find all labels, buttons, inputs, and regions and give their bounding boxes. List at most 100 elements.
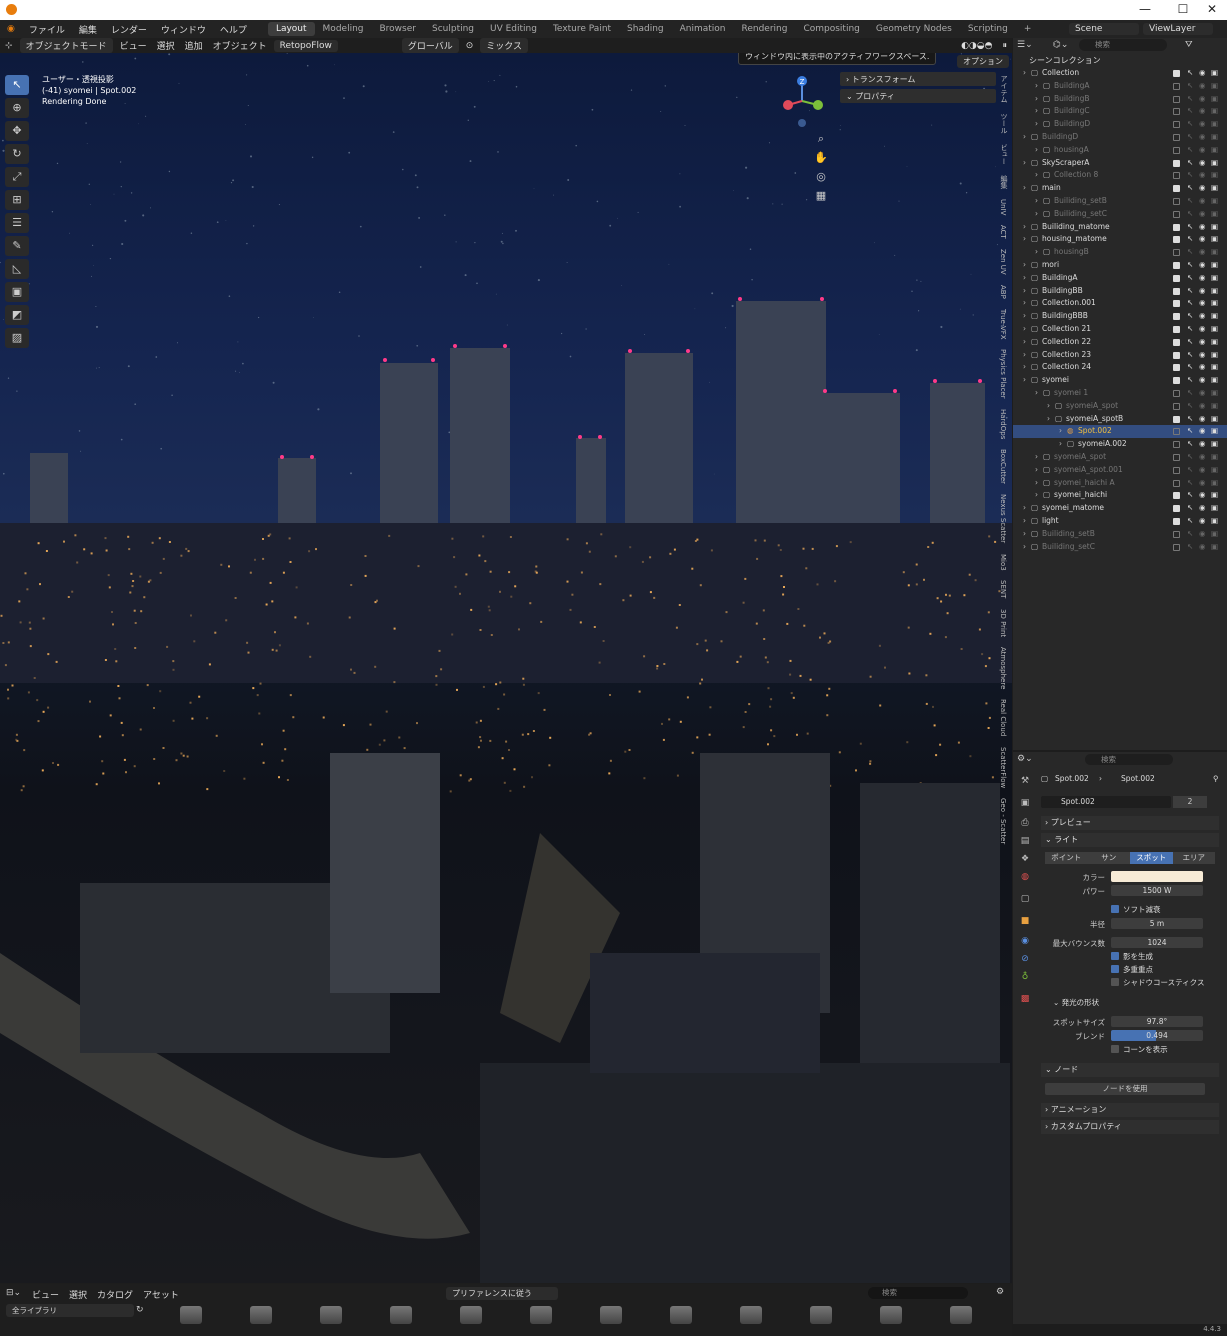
eye-icon[interactable]: ◉ (1199, 464, 1206, 477)
asset-thumbnail[interactable] (250, 1306, 272, 1324)
npanel-tab-16[interactable]: Atmosphere (999, 647, 1007, 689)
npanel-tab-0[interactable]: アイテム (999, 75, 1009, 103)
camera-view-icon[interactable]: ◎ (814, 167, 828, 186)
camera-icon[interactable]: ▣ (1211, 374, 1218, 387)
expand-arrow-icon[interactable]: › (1023, 221, 1026, 234)
exclude-checkbox[interactable] (1173, 479, 1180, 487)
exclude-checkbox[interactable] (1173, 95, 1180, 103)
asset-menu-select[interactable]: 選択 (69, 1288, 87, 1301)
npanel-tab-2[interactable]: ビュー (999, 144, 1009, 165)
view-layer-tab-icon[interactable]: ▤ (1019, 836, 1031, 848)
workspace-tab-compositing[interactable]: Compositing (795, 22, 867, 36)
camera-icon[interactable]: ▣ (1211, 118, 1218, 131)
output-tab-icon[interactable]: ⎙ (1019, 818, 1031, 830)
eye-icon[interactable]: ◉ (1199, 272, 1206, 285)
camera-icon[interactable]: ▣ (1211, 502, 1218, 515)
outliner-row[interactable]: › ▢ BuildingC ↖ ◉ ▣ (1013, 105, 1227, 118)
expand-arrow-icon[interactable]: › (1023, 361, 1026, 374)
asset-thumbnail[interactable] (880, 1306, 902, 1324)
outliner-row[interactable]: › ▢ Builiding_setC ↖ ◉ ▣ (1013, 208, 1227, 221)
add-cube-tool-icon[interactable]: ▣ (5, 282, 29, 302)
select-icon[interactable]: ↖ (1187, 246, 1193, 259)
eye-icon[interactable]: ◉ (1199, 157, 1206, 170)
exclude-checkbox[interactable] (1173, 466, 1180, 474)
spot-size-field[interactable]: 97.8° (1111, 1016, 1203, 1027)
section-preview[interactable]: › プレビュー (1041, 816, 1219, 830)
constraints-tab-icon[interactable]: ⊘ (1019, 954, 1031, 966)
exclude-checkbox[interactable] (1173, 415, 1180, 423)
expand-arrow-icon[interactable]: › (1059, 438, 1062, 451)
select-icon[interactable]: ↖ (1187, 413, 1193, 426)
camera-icon[interactable]: ▣ (1211, 413, 1218, 426)
npanel-tab-12[interactable]: Nexus Scatter (999, 494, 1007, 543)
outliner-row[interactable]: › ◍ Spot.002 ↖ ◉ ▣ (1013, 425, 1227, 439)
select-icon[interactable]: ↖ (1187, 425, 1193, 438)
pan-icon[interactable]: ✋ (814, 148, 828, 167)
select-icon[interactable]: ↖ (1187, 297, 1193, 310)
exclude-checkbox[interactable] (1173, 146, 1180, 154)
light-type-point[interactable]: ポイント (1045, 852, 1088, 864)
select-icon[interactable]: ↖ (1187, 182, 1193, 195)
outliner-row[interactable]: › ▢ syomeiA_spotB ↖ ◉ ▣ (1013, 413, 1227, 426)
expand-arrow-icon[interactable]: › (1023, 528, 1026, 541)
outliner-row[interactable]: › ▢ BuildingA ↖ ◉ ▣ (1013, 80, 1227, 93)
minimize-button[interactable]: — (1130, 2, 1160, 16)
npanel-tab-9[interactable]: Physics Placer (999, 349, 1007, 399)
cast-shadow-checkbox[interactable] (1111, 952, 1119, 960)
expand-arrow-icon[interactable]: › (1035, 105, 1038, 118)
section-nodes[interactable]: ⌄ ノード (1041, 1063, 1219, 1077)
npanel-tab-14[interactable]: SENT (999, 580, 1007, 598)
camera-icon[interactable]: ▣ (1211, 233, 1218, 246)
texture-tab-icon[interactable]: ▩ (1019, 994, 1031, 1006)
eye-icon[interactable]: ◉ (1199, 425, 1206, 438)
expand-arrow-icon[interactable]: › (1023, 233, 1026, 246)
asset-editor-icon[interactable]: ⊟⌄ (6, 1288, 21, 1298)
workspace-tab-animation[interactable]: Animation (672, 22, 734, 36)
expand-arrow-icon[interactable]: › (1035, 246, 1038, 259)
outliner-row[interactable]: › ▢ syomei ↖ ◉ ▣ (1013, 374, 1227, 387)
camera-icon[interactable]: ▣ (1211, 221, 1218, 234)
exclude-checkbox[interactable] (1173, 262, 1180, 269)
eye-icon[interactable]: ◉ (1199, 246, 1206, 259)
asset-thumbnail[interactable] (810, 1306, 832, 1324)
npanel-transform-section[interactable]: › トランスフォーム (840, 72, 996, 86)
viewport-menu-add[interactable]: 追加 (180, 38, 208, 53)
outliner-row[interactable]: › ▢ SkyScraperA ↖ ◉ ▣ (1013, 157, 1227, 170)
menu-window[interactable]: ウィンドウ (154, 23, 213, 36)
expand-arrow-icon[interactable]: › (1035, 208, 1038, 221)
exclude-checkbox[interactable] (1173, 185, 1180, 193)
light-type-spot[interactable]: スポット (1130, 852, 1173, 864)
eye-icon[interactable]: ◉ (1199, 349, 1206, 362)
3d-viewport[interactable]: ↖ ⊕ ✥ ↻ ⤢ ⊞ ☰ ✎ ◺ ▣ ◩ ▨ ユーザー・透視投影 (-41) … (0, 53, 1012, 1283)
expand-arrow-icon[interactable]: › (1023, 310, 1026, 323)
exclude-checkbox[interactable] (1173, 364, 1180, 372)
exclude-checkbox[interactable] (1173, 402, 1180, 410)
camera-icon[interactable]: ▣ (1211, 131, 1218, 144)
npanel-tab-5[interactable]: ACT (999, 225, 1007, 239)
viewport-menu-view[interactable]: ビュー (115, 38, 152, 53)
exclude-checkbox[interactable] (1173, 505, 1180, 513)
eye-icon[interactable]: ◉ (1199, 233, 1206, 246)
select-icon[interactable]: ↖ (1187, 195, 1193, 208)
eye-icon[interactable]: ◉ (1199, 413, 1206, 426)
eye-icon[interactable]: ◉ (1199, 105, 1206, 118)
camera-icon[interactable]: ▣ (1211, 169, 1218, 182)
eye-icon[interactable]: ◉ (1199, 285, 1206, 298)
select-icon[interactable]: ↖ (1187, 285, 1193, 298)
select-icon[interactable]: ↖ (1187, 105, 1193, 118)
cursor-tool-icon[interactable]: ⊕ (5, 98, 29, 118)
eye-icon[interactable]: ◉ (1199, 118, 1206, 131)
expand-arrow-icon[interactable]: › (1023, 131, 1026, 144)
expand-arrow-icon[interactable]: › (1023, 259, 1026, 272)
select-icon[interactable]: ↖ (1187, 438, 1193, 451)
import-method-selector[interactable]: プリファレンスに従う (446, 1287, 558, 1300)
select-icon[interactable]: ↖ (1187, 80, 1193, 93)
camera-icon[interactable]: ▣ (1211, 195, 1218, 208)
outliner-row[interactable]: › ▢ main ↖ ◉ ▣ (1013, 182, 1227, 195)
gizmo-y-axis[interactable] (813, 100, 823, 110)
camera-icon[interactable]: ▣ (1211, 285, 1218, 298)
npanel-tab-1[interactable]: ツール (999, 113, 1009, 134)
npanel-tab-19[interactable]: Geo - Scatter (999, 798, 1007, 844)
snap-selector[interactable]: ミックス (480, 38, 529, 53)
camera-icon[interactable]: ▣ (1211, 93, 1218, 106)
